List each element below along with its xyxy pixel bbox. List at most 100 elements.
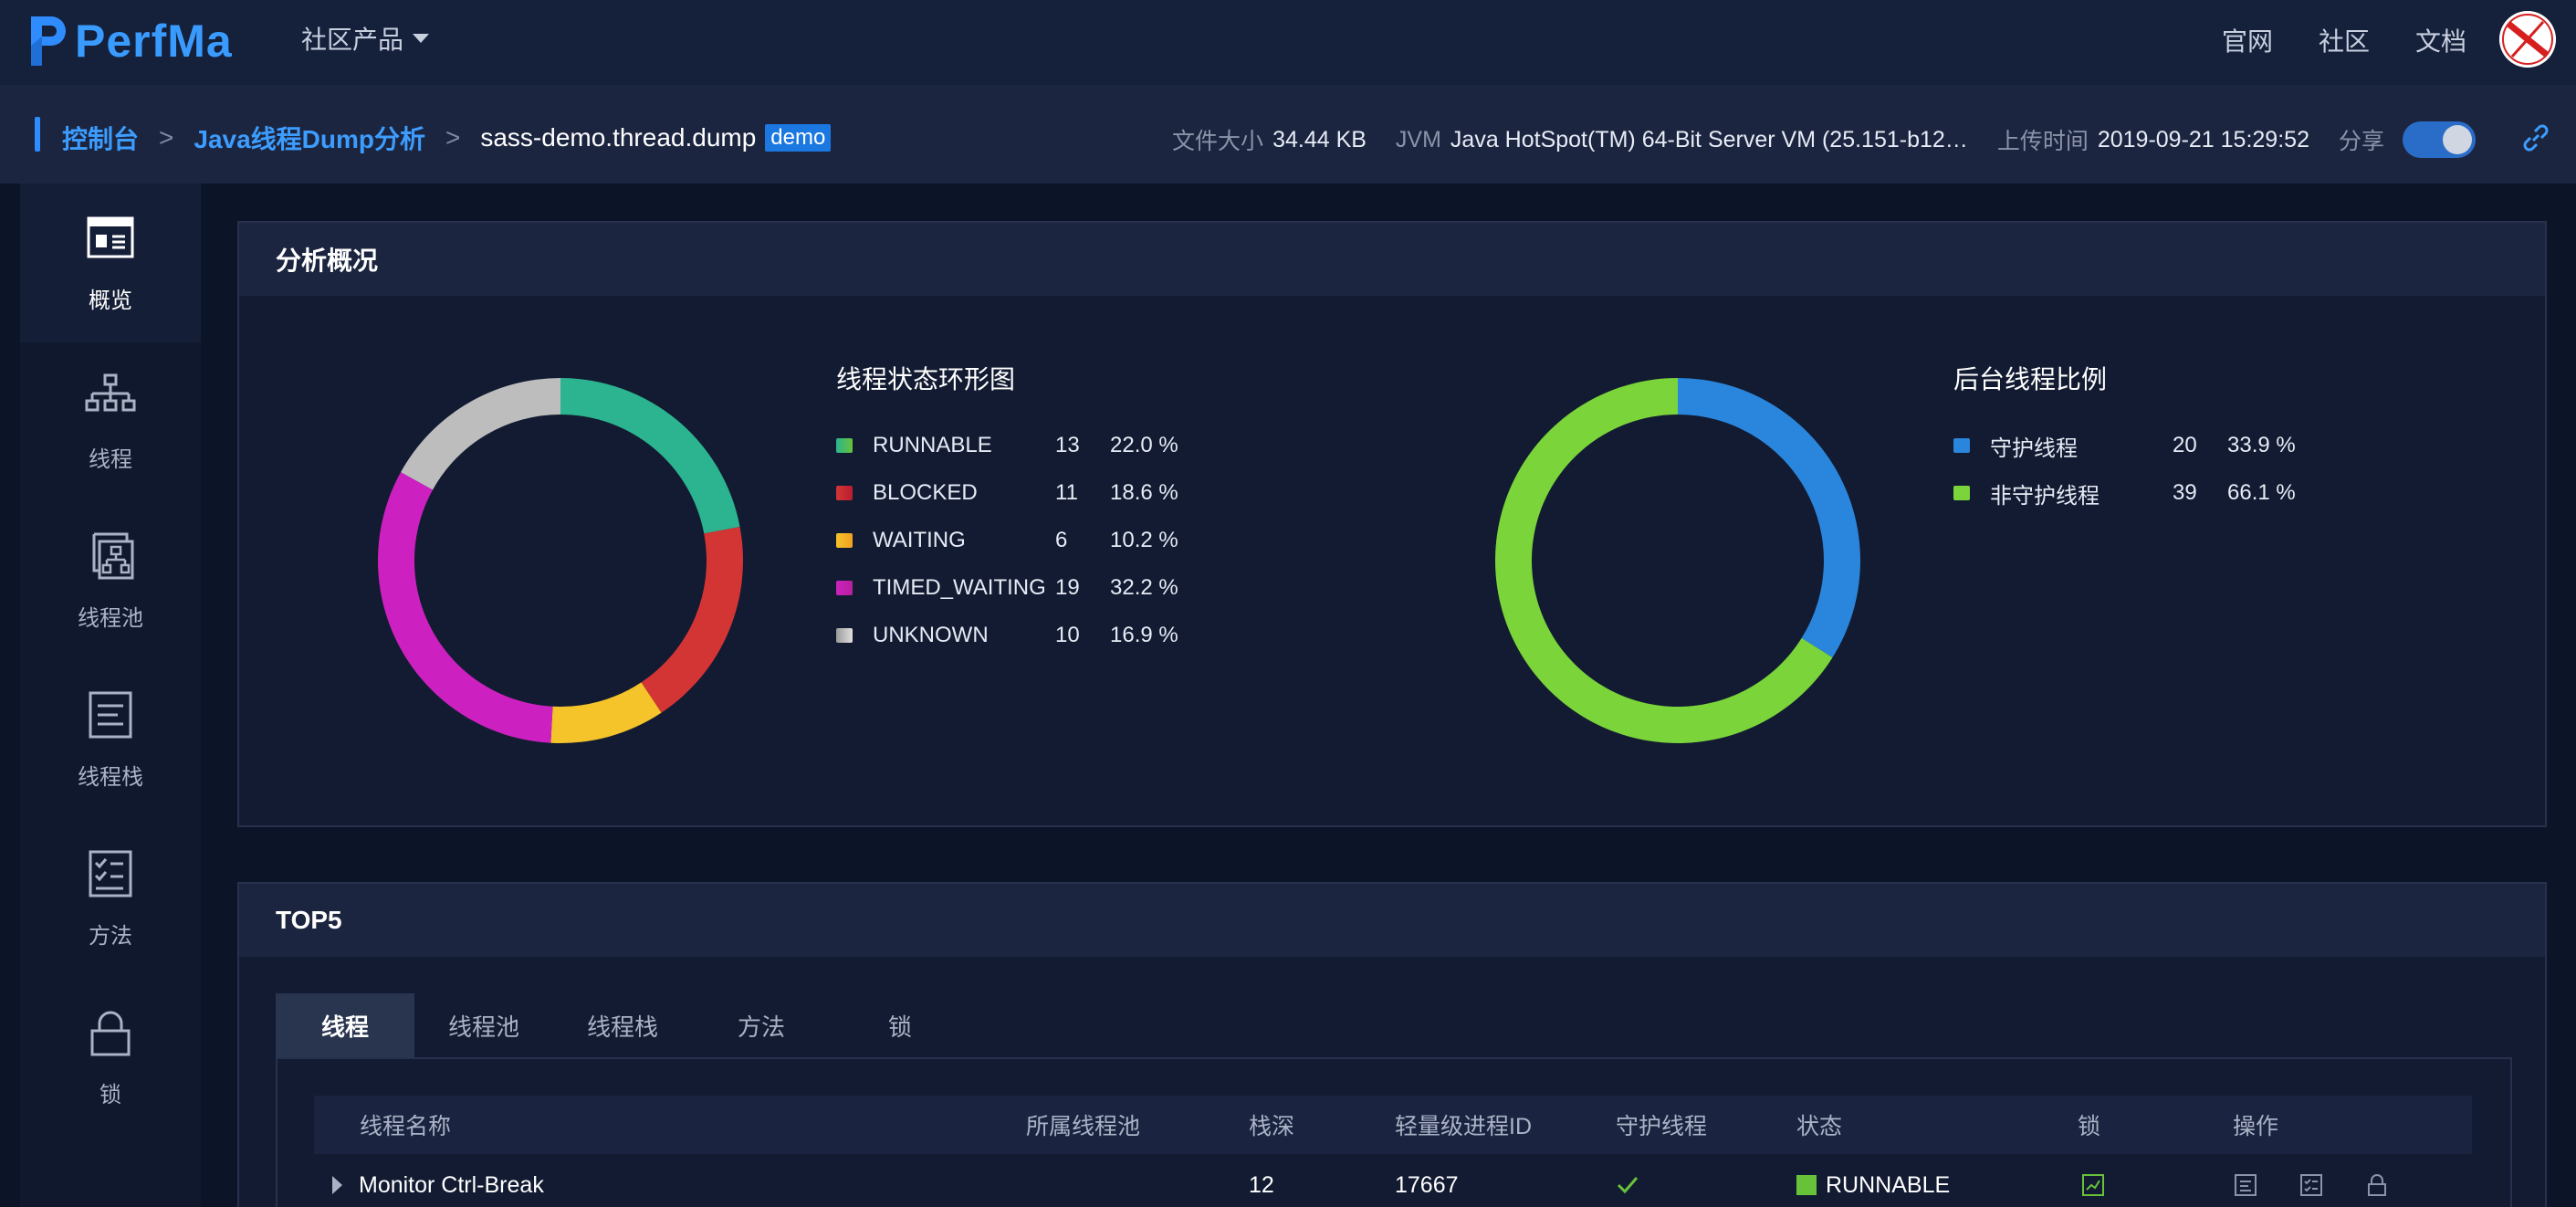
table-header: 线程名称 所属线程池 栈深 轻量级进程ID 守护线程 状态 锁 操作 bbox=[314, 1096, 2472, 1154]
legend-item[interactable]: WAITING 6 10.2 % bbox=[836, 517, 1220, 564]
legend-label: WAITING bbox=[873, 528, 966, 552]
column-header-state[interactable]: 状态 bbox=[1796, 1096, 1842, 1154]
analysis-overview-panel: 分析概况 线程状态环形图 RUNNABLE 13 22.0 % BLOCKED … bbox=[237, 221, 2547, 827]
state-color-swatch bbox=[1796, 1175, 1817, 1195]
legend-swatch bbox=[836, 486, 853, 500]
column-header-lwp-id[interactable]: 轻量级进程ID bbox=[1395, 1096, 1532, 1154]
legend-percent: 22.0 % bbox=[1110, 433, 1178, 457]
legend-swatch bbox=[836, 533, 853, 548]
donut-slice-runnable[interactable] bbox=[560, 378, 740, 534]
legend-item[interactable]: BLOCKED 11 18.6 % bbox=[836, 469, 1220, 517]
legend-count: 10 bbox=[1055, 623, 1080, 647]
legend-swatch bbox=[1953, 438, 1970, 453]
view-stack-icon[interactable] bbox=[2233, 1172, 2258, 1198]
expand-arrow-icon[interactable] bbox=[332, 1176, 342, 1194]
table-row[interactable]: Monitor Ctrl-Break 12 17667 RUNNABLE bbox=[314, 1156, 2472, 1207]
donut-slice-waiting[interactable] bbox=[550, 682, 662, 743]
legend-percent: 10.2 % bbox=[1110, 528, 1178, 552]
legend-label: 守护线程 bbox=[1990, 436, 2078, 461]
sidebar-item-label: 线程栈 bbox=[78, 764, 143, 790]
view-lock-icon[interactable] bbox=[2364, 1172, 2390, 1198]
sidebar-item-threads[interactable]: 线程 bbox=[20, 342, 201, 501]
top5-tabs: 线程 线程池 线程栈 方法 锁 bbox=[276, 993, 969, 1057]
sidebar-item-label: 线程池 bbox=[78, 605, 143, 631]
daemon-chart-title: 后台线程比例 bbox=[1953, 365, 2108, 394]
state-label: RUNNABLE bbox=[1826, 1171, 1951, 1198]
breadcrumb-thread-dump-analysis[interactable]: Java线程Dump分析 bbox=[194, 120, 425, 156]
share-toggle-knob bbox=[2443, 125, 2472, 154]
community-products-menu[interactable]: 社区产品 bbox=[301, 20, 430, 57]
sidebar-item-thread-stack[interactable]: 线程栈 bbox=[20, 660, 201, 819]
perfma-logo-icon bbox=[31, 16, 66, 66]
sidebar-item-locks[interactable]: 锁 bbox=[20, 978, 201, 1137]
stack-depth-cell: 12 bbox=[1249, 1171, 1274, 1198]
community-products-label: 社区产品 bbox=[301, 26, 404, 54]
legend-item[interactable]: RUNNABLE 13 22.0 % bbox=[836, 422, 1220, 469]
sidebar-item-overview[interactable]: 概览 bbox=[20, 184, 201, 342]
tab-threads[interactable]: 线程 bbox=[276, 993, 414, 1057]
sidebar-item-label: 概览 bbox=[89, 288, 132, 313]
column-header-actions: 操作 bbox=[2233, 1114, 2279, 1139]
share-label: 分享 bbox=[2338, 129, 2384, 154]
legend-label: UNKNOWN bbox=[873, 623, 989, 647]
daemon-thread-donut-chart bbox=[1495, 378, 1860, 743]
donut-slice-守护线程[interactable] bbox=[1678, 378, 1860, 658]
upload-time-value: 2019-09-21 15:29:52 bbox=[2097, 126, 2309, 152]
tab-locks[interactable]: 锁 bbox=[831, 993, 969, 1057]
nav-link-community[interactable]: 社区 bbox=[2319, 22, 2370, 58]
donut-slice-timed_waiting[interactable] bbox=[378, 472, 553, 743]
method-checklist-icon bbox=[89, 850, 132, 897]
donut-slice-blocked[interactable] bbox=[641, 526, 743, 713]
thread-stack-icon bbox=[89, 691, 132, 738]
column-header-thread-name[interactable]: 线程名称 bbox=[360, 1096, 451, 1154]
tab-methods[interactable]: 方法 bbox=[692, 993, 831, 1057]
column-header-stack-depth[interactable]: 栈深 bbox=[1249, 1096, 1294, 1154]
legend-percent: 66.1 % bbox=[2227, 480, 2296, 505]
sidebar-item-thread-pool[interactable]: 线程池 bbox=[20, 501, 201, 660]
sidebar-item-methods[interactable]: 方法 bbox=[20, 819, 201, 978]
legend-label: RUNNABLE bbox=[873, 433, 992, 457]
breadcrumb-separator: > bbox=[159, 123, 174, 152]
legend-count: 13 bbox=[1055, 433, 1080, 457]
legend-count: 19 bbox=[1055, 575, 1080, 600]
tab-thread-pool[interactable]: 线程池 bbox=[414, 993, 553, 1057]
file-meta: 文件大小 34.44 KB JVM Java HotSpot(TM) 64-Bi… bbox=[1172, 121, 2476, 158]
column-header-lock[interactable]: 锁 bbox=[2078, 1096, 2100, 1154]
legend-item[interactable]: 非守护线程 39 66.1 % bbox=[1953, 469, 2337, 517]
jvm-label: JVM bbox=[1395, 126, 1441, 152]
state-cell: RUNNABLE bbox=[1796, 1156, 1950, 1207]
legend-label: TIMED_WAITING bbox=[873, 575, 1046, 600]
column-header-thread-pool[interactable]: 所属线程池 bbox=[1026, 1096, 1140, 1154]
donut-slice-unknown[interactable] bbox=[401, 378, 560, 490]
legend-percent: 33.9 % bbox=[2227, 433, 2296, 457]
file-size-value: 34.44 KB bbox=[1272, 126, 1367, 152]
legend-count: 20 bbox=[2173, 433, 2197, 457]
legend-item[interactable]: TIMED_WAITING 19 32.2 % bbox=[836, 564, 1220, 612]
file-size-label: 文件大小 bbox=[1172, 129, 1264, 154]
chevron-down-icon bbox=[413, 34, 430, 43]
link-icon[interactable] bbox=[2518, 120, 2554, 156]
breadcrumb: 控制台 > Java线程Dump分析 > sass-demo.thread.du… bbox=[62, 120, 832, 156]
legend-item[interactable]: UNKNOWN 10 16.9 % bbox=[836, 612, 1220, 659]
share-toggle[interactable] bbox=[2403, 121, 2476, 158]
lock-cell bbox=[2081, 1156, 2105, 1207]
view-methods-icon[interactable] bbox=[2299, 1172, 2324, 1198]
legend-item[interactable]: 守护线程 20 33.9 % bbox=[1953, 422, 2337, 469]
top-links: 官网 社区 文档 bbox=[2222, 22, 2466, 58]
thread-name-cell: Monitor Ctrl-Break bbox=[332, 1156, 544, 1207]
nav-link-official-site[interactable]: 官网 bbox=[2222, 22, 2273, 58]
legend-count: 6 bbox=[1055, 528, 1068, 552]
tab-thread-stack[interactable]: 线程栈 bbox=[553, 993, 692, 1057]
thread-state-donut-chart bbox=[378, 378, 743, 743]
lock-chart-icon[interactable] bbox=[2081, 1173, 2105, 1197]
sidebar: 概览 线程 线程池 线程栈 方法 锁 bbox=[20, 184, 201, 1207]
perfma-logo[interactable]: PerfMa bbox=[26, 9, 233, 73]
legend-label: BLOCKED bbox=[873, 480, 978, 505]
demo-badge: demo bbox=[765, 124, 832, 152]
thread-tree-icon bbox=[85, 373, 136, 411]
breadcrumb-console[interactable]: 控制台 bbox=[62, 120, 139, 156]
column-header-daemon[interactable]: 守护线程 bbox=[1616, 1096, 1707, 1154]
user-avatar[interactable] bbox=[2499, 11, 2556, 68]
nav-link-docs[interactable]: 文档 bbox=[2415, 22, 2466, 58]
lwp-id-cell: 17667 bbox=[1395, 1171, 1459, 1198]
